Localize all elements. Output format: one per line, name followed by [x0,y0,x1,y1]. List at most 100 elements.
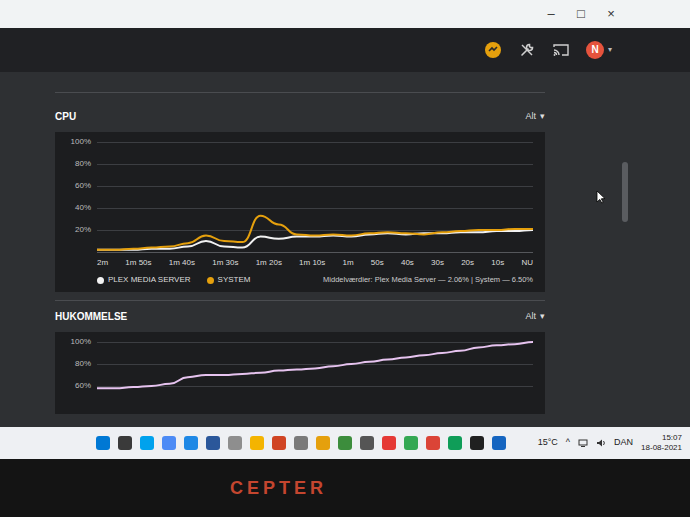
x-tick-label: 30s [431,257,444,269]
legend-label: PLEX MEDIA SERVER [108,274,191,286]
plot-area [97,142,533,253]
y-tick-label: 40% [63,203,97,213]
plex-header: N▾ [0,28,690,72]
memory-title: HUKOMMELSE [55,309,127,324]
x-tick-label: 2m [97,257,108,269]
window-control-button[interactable]: □ [566,0,596,28]
browser-title-bar: –□× [0,0,690,28]
grid-line [97,208,533,230]
y-tick-label: 100% [63,137,97,147]
app-icon[interactable] [206,436,220,450]
cpu-chart: 100%80%60%40%20%2m1m 50s1m 40s1m 30s1m 2… [55,132,545,292]
grid-line [97,342,533,364]
window-control-button[interactable]: – [536,0,566,28]
network-icon[interactable] [578,438,588,448]
app-icon[interactable] [96,436,110,450]
user-menu-caret[interactable]: ▾ [608,44,612,56]
window-control-button[interactable]: × [596,0,626,28]
legend-item: SYSTEM [207,274,251,286]
scrollbar-thumb[interactable] [622,162,628,222]
user-avatar[interactable]: N [586,41,604,59]
x-tick-label: 1m [343,257,354,269]
tray-overflow-caret[interactable]: ^ [566,436,570,450]
app-icon[interactable] [118,436,132,450]
cpu-title: CPU [55,109,76,124]
user-menu[interactable]: N▾ [586,41,612,59]
x-tick-label: 1m 10s [299,257,325,269]
range-label[interactable]: Alt [525,110,536,124]
activity-icon[interactable] [484,41,502,59]
chart-legend: PLEX MEDIA SERVER SYSTEM Middelværdier: Pl… [97,274,533,286]
laptop-bezel: CEPTER [0,459,690,517]
x-tick-label: NU [521,257,533,269]
y-tick-label: 80% [63,359,97,369]
cpu-header: CPU Alt ▾ [55,93,545,132]
dashboard-page: CPU Alt ▾ 100% 80% 60% 40% 20% 2m 1m 50s 1m 40s 1m … [0,72,690,427]
app-icon[interactable] [228,436,242,450]
mouse-pointer-icon [596,190,606,204]
legend-label: SYSTEM [218,274,251,286]
app-icon[interactable] [426,436,440,450]
y-tick-label: 20% [63,225,97,235]
input-language[interactable]: DAN [614,436,633,450]
legend-items: PLEX MEDIA SERVER SYSTEM [97,274,250,286]
legend-dot [97,277,104,284]
app-icon[interactable] [382,436,396,450]
clock-date[interactable]: 18-08-2021 [641,443,682,453]
app-icon[interactable] [316,436,330,450]
range-caret[interactable]: ▾ [540,310,545,324]
app-icon[interactable] [272,436,286,450]
series-line [97,216,533,250]
dashboard-content: CPU Alt ▾ 100% 80% 60% 40% 20% 2m 1m 50s 1m 40s 1m … [55,72,545,427]
app-icon[interactable] [294,436,308,450]
x-axis: 2m1m 50s1m 40s1m 30s1m 20s1m 10s1m50s40s… [97,253,533,269]
clock-time[interactable]: 15:07 [641,433,682,443]
y-tick-label: 60% [63,381,97,391]
app-icon[interactable] [404,436,418,450]
app-icon[interactable] [470,436,484,450]
range-dropdown[interactable]: Alt ▾ [525,110,545,124]
series-line [97,342,533,388]
plot-area [97,342,533,408]
range-caret[interactable]: ▾ [540,110,545,124]
chart-area: 100%80%60% [63,342,533,408]
averages-text: Middelværdier: Plex Media Server — 2.06%… [323,274,533,285]
y-tick-label: 80% [63,159,97,169]
chart-area: 100%80%60%40%20% [63,142,533,253]
range-dropdown[interactable]: Alt ▾ [525,310,545,324]
section-divider [55,300,545,301]
weather-text[interactable]: 15°C [538,436,558,450]
clock[interactable]: 15:0718-08-2021 [641,433,682,453]
settings-wrench-icon[interactable] [518,41,536,59]
app-icon[interactable] [360,436,374,450]
speaker-icon[interactable] [596,438,606,448]
legend-dot [207,277,214,284]
legend-item: PLEX MEDIA SERVER [97,274,191,286]
x-tick-label: 1m 50s [125,257,151,269]
memory-chart: 100%80%60% [55,332,545,414]
grid-line [97,186,533,208]
app-icon[interactable] [492,436,506,450]
y-tick-row: 60% [63,386,97,408]
brand-logo: CEPTER [230,475,327,502]
cast-icon[interactable] [552,41,570,59]
y-axis: 100%80%60% [63,342,97,408]
grid-line [97,142,533,164]
range-label[interactable]: Alt [525,310,536,324]
app-icon[interactable] [162,436,176,450]
system-tray: 15°C ^ DAN 15:0718-08-2021 [538,433,682,453]
y-axis: 100%80%60%40%20% [63,142,97,253]
section-divider [55,92,545,93]
x-tick-label: 1m 20s [256,257,282,269]
grid-line [97,364,533,386]
x-tick-label: 1m 40s [169,257,195,269]
x-tick-label: 50s [371,257,384,269]
memory-header: HUKOMMELSE Alt ▾ [55,301,545,332]
app-icon[interactable] [338,436,352,450]
app-icon[interactable] [140,436,154,450]
x-tick-label: 10s [491,257,504,269]
app-icon[interactable] [250,436,264,450]
scrollbar[interactable] [622,72,628,427]
app-icon[interactable] [184,436,198,450]
app-icon[interactable] [448,436,462,450]
